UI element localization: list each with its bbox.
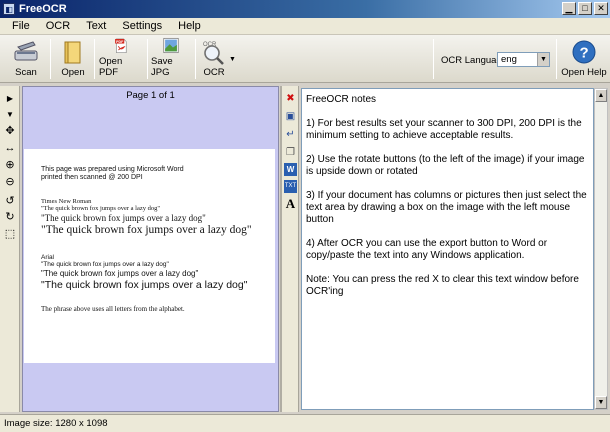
select-area-icon[interactable]: ⬚ [3,227,17,241]
app-icon: ◧ [3,3,15,15]
save-icon[interactable]: ▣ [284,110,297,123]
ocr-language-value: eng [501,54,517,65]
ocr-dropdown-arrow-icon[interactable]: ▼ [229,56,236,63]
save-jpg-button[interactable]: Save JPG [151,37,191,81]
chevron-down-icon[interactable]: ▼ [537,53,549,66]
image-preview-pane[interactable]: Page 1 of 1 This page was prepared using… [22,86,279,412]
maximize-button[interactable]: □ [578,2,592,15]
doc-line: "The quick brown fox jumps over a lazy d… [41,205,161,212]
notes-paragraph: 4) After OCR you can use the export butt… [306,238,548,261]
doc-line: "The quick brown fox jumps over a lazy d… [41,224,252,236]
doc-line: "The quick brown fox jumps over a lazy d… [41,213,206,223]
rotate-left-icon[interactable]: ↺ [3,194,17,208]
ocr-text-area[interactable]: FreeOCR notes 1) For best results set yo… [301,88,594,410]
menu-bar: File OCR Text Settings Help [0,18,610,35]
scroll-up-icon[interactable]: ▲ [595,89,607,102]
menu-file[interactable]: File [4,20,38,32]
scanner-icon [14,41,38,61]
doc-line: This page was prepared using Microsoft W… [41,166,184,173]
open-help-label: Open Help [561,67,607,78]
scan-button[interactable]: Scan [6,37,46,81]
txt-export-icon[interactable]: TXT [284,180,297,193]
toolbar-separator [147,39,148,79]
notes-paragraph: 1) For best results set your scanner to … [306,118,582,141]
doc-line: Times New Roman [41,198,92,205]
copy-icon[interactable]: ❐ [284,146,297,159]
zoom-in-icon[interactable]: ⊕ [3,158,17,172]
help-icon: ? [572,40,596,64]
toolbar-separator [433,39,434,79]
word-export-icon[interactable]: W [284,163,297,176]
clear-text-icon[interactable]: ✖ [284,92,297,105]
scan-label: Scan [15,67,37,78]
doc-line: "The quick brown fox jumps over a lazy d… [41,261,169,268]
open-help-button[interactable]: ? Open Help [561,37,607,81]
scanned-page[interactable]: This page was prepared using Microsoft W… [24,149,275,363]
toolbar-separator [195,39,196,79]
ocr-button[interactable]: OCR OCR [199,37,229,81]
text-tools-bar: ✖ ▣ ↵ ❐ W TXT A [282,86,299,412]
doc-line: "The quick brown fox jumps over a lazy d… [41,269,199,278]
ocr-language-select[interactable]: eng ▼ [497,52,550,67]
menu-ocr[interactable]: OCR [38,20,78,32]
move-icon[interactable]: ✥ [3,124,17,138]
folder-icon [64,41,81,64]
minimize-button[interactable]: ▁ [562,2,576,15]
menu-text[interactable]: Text [78,20,114,32]
pointer-icon[interactable]: ▶ [3,92,17,106]
image-size-status: Image size: 1280 x 1098 [4,418,108,429]
window-title: FreeOCR [19,3,67,15]
page-indicator: Page 1 of 1 [126,90,175,101]
notes-title: FreeOCR notes [306,94,377,105]
title-bar: ◧ FreeOCR ▁ □ ✕ [0,0,610,18]
magnifier-icon: OCR [203,42,224,65]
notes-paragraph: 2) Use the rotate buttons (to the left o… [306,154,585,177]
enter-icon[interactable]: ↵ [284,128,297,141]
image-tools-bar: ▶ ▼ ✥ ↔ ⊕ ⊖ ↺ ↻ ⬚ [0,86,20,412]
doc-line: printed then scanned @ 200 DPI [41,174,143,181]
toolbar-separator [556,39,557,79]
svg-text:PDF: PDF [116,40,124,44]
ocr-label: OCR [203,67,225,78]
doc-line: "The quick brown fox jumps over a lazy d… [41,279,248,291]
save-jpg-label: Save JPG [151,56,173,78]
scroll-down-icon[interactable]: ▼ [595,396,607,409]
doc-line: Arial [41,254,55,261]
open-button[interactable]: Open [56,37,90,81]
rotate-right-icon[interactable]: ↻ [3,210,17,224]
toolbar-separator [94,39,95,79]
zoom-out-icon[interactable]: ⊖ [3,175,17,189]
pan-down-icon[interactable]: ▼ [3,108,17,122]
status-bar: Image size: 1280 x 1098 [0,414,610,432]
toolbar-separator [50,39,51,79]
svg-text:?: ? [580,45,589,62]
window-controls: ▁ □ ✕ [562,2,608,15]
open-pdf-button[interactable]: PDF Open PDF [99,37,143,81]
menu-help[interactable]: Help [170,20,209,32]
notes-paragraph: Note: You can press the red X to clear t… [306,274,579,297]
menu-settings[interactable]: Settings [114,20,170,32]
image-icon [163,37,179,54]
notes-paragraph: 3) If your document has columns or pictu… [306,190,587,225]
doc-line: The phrase above uses all letters from t… [41,305,185,313]
resize-horizontal-icon[interactable]: ↔ [3,141,17,155]
open-label: Open [61,67,85,78]
text-scrollbar[interactable]: ▲ ▼ [594,88,608,410]
font-icon[interactable]: A [284,197,297,210]
close-button[interactable]: ✕ [594,2,608,15]
open-pdf-label: Open PDF [99,56,123,78]
pdf-icon: PDF [115,38,127,54]
